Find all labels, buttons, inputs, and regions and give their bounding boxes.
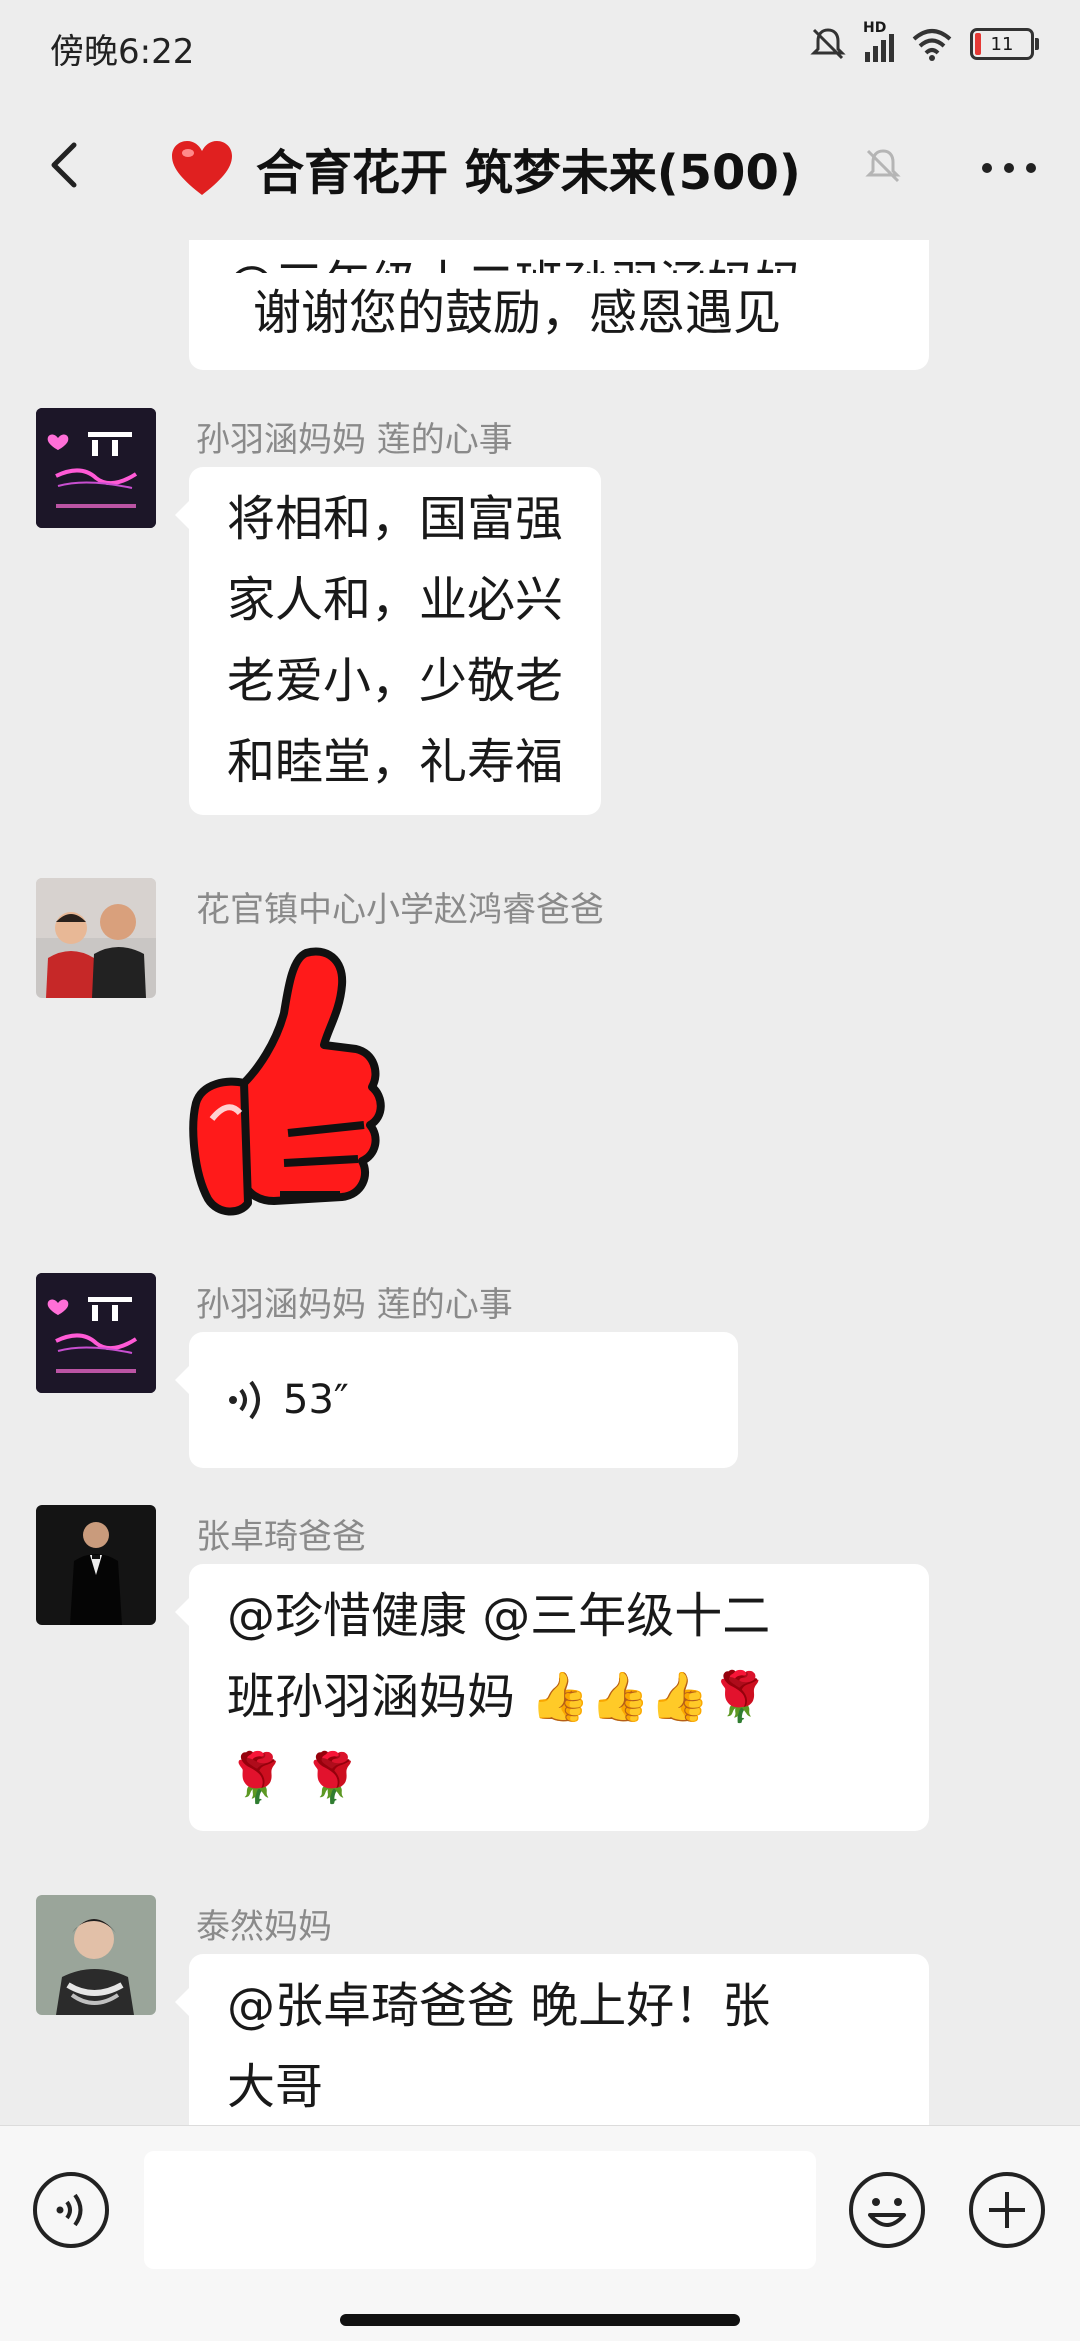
wifi-icon [912,29,952,61]
chat-title: 合育花开 筑梦未来(500) [170,95,801,240]
avatar[interactable] [36,408,156,528]
muted-bell-icon [865,149,901,183]
thumbs-up-sticker[interactable] [188,933,398,1233]
avatar[interactable] [36,1273,156,1393]
message-line: @张卓琦爸爸 晚上好！张 [227,1978,771,2034]
avatar-image [36,408,156,528]
chat-title-text: 合育花开 筑梦未来(500) [256,144,801,201]
voice-input-icon[interactable] [32,2171,110,2249]
avatar[interactable] [36,1505,156,1625]
message-line: 和睦堂，礼寿福 [227,734,564,790]
avatar-image [36,1273,156,1393]
message-line: @珍惜健康 @三年级十二 [227,1588,771,1644]
message-line: 谢谢您的鼓励，感恩遇见 [253,285,782,341]
message-line: 老爱小，少敬老 [227,653,564,709]
signal-icon: HD [863,20,894,62]
message-line: 将相和，国富强 [227,491,564,547]
sender-name: 张卓琦爸爸 [196,1517,366,1557]
chat-message-list[interactable]: @三年级十二班孙羽涵妈妈 谢谢您的鼓励，感恩遇见 孙羽涵妈妈 莲的心事 将相和，… [0,240,1080,2125]
status-bar: 傍晚6:22 HD 11 [0,0,1080,95]
message-line: 班孙羽涵妈妈 👍👍👍🌹 [227,1669,770,1725]
sender-name: 孙羽涵妈妈 莲的心事 [196,1285,513,1325]
cut-off-line: @三年级十二班孙羽涵妈妈 [227,240,891,273]
message-line: 🌹 🌹 [227,1750,362,1806]
avatar[interactable] [36,878,156,998]
avatar-image [36,1895,156,2015]
sender-name: 花官镇中心小学赵鸿睿爸爸 [196,890,604,930]
more-options-icon[interactable] [974,143,1044,193]
voice-message-bubble[interactable]: 53″ [175,1332,738,1468]
mute-notification-icon [810,28,846,60]
avatar-image [36,1505,156,1625]
sender-name: 孙羽涵妈妈 莲的心事 [196,420,513,460]
message-bubble[interactable]: 将相和，国富强 家人和，业必兴 老爱小，少敬老 和睦堂，礼寿福 [174,467,602,815]
input-bar [0,2125,1080,2341]
sender-name: 泰然妈妈 [196,1907,332,1947]
message-line: 家人和，业必兴 [227,572,564,628]
avatar-image [36,878,156,998]
network-label: HD [863,20,887,36]
avatar[interactable] [36,1895,156,2015]
message-bubble[interactable]: @珍惜健康 @三年级十二 班孙羽涵妈妈 👍👍👍🌹 🌹 🌹 [175,1564,929,1831]
battery-level: 11 [990,33,1014,55]
status-icons: HD 11 [809,20,1039,66]
back-icon[interactable] [36,135,96,195]
battery-icon: 11 [970,28,1039,60]
add-more-icon[interactable] [968,2171,1046,2249]
voice-wave-icon [229,1380,260,1420]
home-indicator [340,2314,740,2326]
message-bubble[interactable]: @张卓琦爸爸 晚上好！张 大哥 [175,1954,929,2125]
voice-duration: 53″ [283,1376,349,1423]
message-bubble[interactable]: @三年级十二班孙羽涵妈妈 谢谢您的鼓励，感恩遇见 [189,240,929,370]
heart-icon [172,140,232,195]
status-time: 傍晚6:22 [50,32,195,72]
emoji-icon[interactable] [848,2171,926,2249]
chat-header: 合育花开 筑梦未来(500) [0,95,1080,240]
message-input[interactable] [144,2151,816,2269]
message-line: 大哥 [227,2059,324,2115]
